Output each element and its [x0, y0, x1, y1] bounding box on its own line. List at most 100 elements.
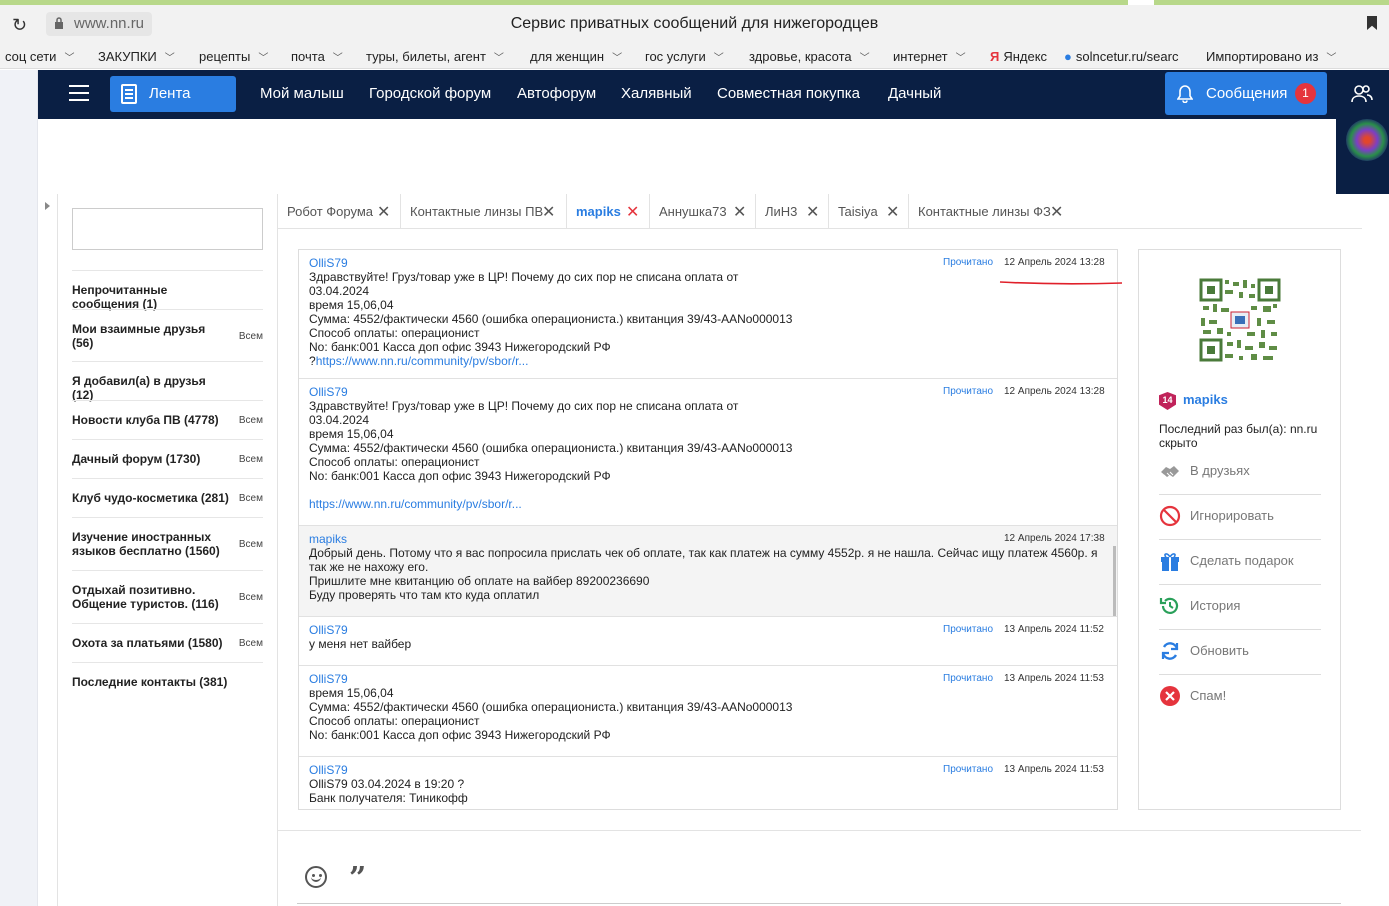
- message-author[interactable]: OlliS79: [309, 672, 348, 686]
- tab-lin3[interactable]: ЛиН3 ✕: [756, 194, 829, 229]
- read-status: Прочитано: [943, 257, 993, 268]
- contacts-sidebar: Непрочитанные сообщения (1) Мои взаимные…: [72, 208, 263, 689]
- expand-arrow-icon[interactable]: [45, 202, 50, 210]
- tab-contact-lenses-pv[interactable]: Контактные линзы ПВ ✕: [401, 194, 567, 229]
- all-link[interactable]: Всем: [239, 539, 263, 550]
- bookmark-item[interactable]: гос услуги ﹀: [645, 49, 724, 64]
- chevron-down-icon: ﹀: [713, 53, 724, 64]
- bookmark-item[interactable]: Импортировано из ﹀: [1206, 49, 1336, 64]
- bookmark-item[interactable]: ● solncetur.ru/searc: [1064, 49, 1178, 64]
- sidebar-item-mutual-friends[interactable]: Мои взаимные друзья (56) Всем: [72, 309, 263, 361]
- tab-annushka73[interactable]: Аннушка73 ✕: [650, 194, 756, 229]
- sidebar-item-cosmetics-club[interactable]: Клуб чудо-косметика (281) Всем: [72, 478, 263, 517]
- nav-link[interactable]: Мой малыш: [260, 85, 344, 102]
- divider: [277, 830, 1361, 831]
- close-icon[interactable]: ✕: [733, 202, 746, 222]
- scrollbar[interactable]: [1113, 546, 1116, 616]
- page-title: Сервис приватных сообщений для нижегород…: [510, 15, 879, 32]
- spam-button[interactable]: Спам!: [1159, 675, 1321, 720]
- quote-icon[interactable]: ”: [349, 861, 366, 896]
- message-link[interactable]: https://www.nn.ru/community/pv/sbor/r...: [309, 497, 522, 511]
- action-label: История: [1190, 598, 1241, 613]
- friends-icon-slot[interactable]: [1336, 70, 1389, 119]
- messages-count-badge: 1: [1295, 83, 1316, 104]
- all-link[interactable]: Всем: [239, 493, 263, 504]
- bookmark-item[interactable]: для женщин ﹀: [530, 49, 622, 64]
- message-item: OlliS79 Прочитано 13 Апрель 2024 11:53 в…: [299, 666, 1117, 757]
- message-author[interactable]: OlliS79: [309, 623, 348, 637]
- message-link[interactable]: https://www.nn.ru/community/pv/sbor/r...: [316, 354, 529, 368]
- sidebar-item-tourists[interactable]: Отдыхай позитивно. Общение туристов. (11…: [72, 570, 263, 623]
- lenta-button[interactable]: Лента: [110, 76, 236, 112]
- messages-button[interactable]: Сообщения 1: [1165, 72, 1327, 115]
- nav-link[interactable]: Совместная покупка: [717, 85, 860, 102]
- message-author[interactable]: OlliS79: [309, 763, 348, 777]
- sidebar-item-dacha-forum[interactable]: Дачный форум (1730) Всем: [72, 439, 263, 478]
- site-navbar: Лента Мой малыш Городской форум Автофору…: [38, 70, 1336, 119]
- nav-link[interactable]: Автофорум: [517, 85, 596, 102]
- bookmark-item[interactable]: интернет ﹀: [893, 49, 966, 64]
- send-gift-button[interactable]: Сделать подарок: [1159, 540, 1321, 585]
- close-icon[interactable]: ✕: [626, 202, 639, 222]
- gift-icon: [1161, 553, 1179, 571]
- tab-label: Робот Форума: [287, 204, 374, 219]
- message-author[interactable]: mapiks: [309, 532, 347, 546]
- close-icon[interactable]: ✕: [377, 202, 390, 222]
- history-button[interactable]: История: [1159, 585, 1321, 630]
- tab-contact-lenses-fz[interactable]: Контактные линзы ФЗ ✕: [909, 194, 1075, 229]
- all-link[interactable]: Всем: [239, 592, 263, 603]
- contacts-search-input[interactable]: [72, 208, 263, 250]
- sidebar-item-club-news[interactable]: Новости клуба ПВ (4778) Всем: [72, 400, 263, 439]
- message-list[interactable]: OlliS79 Прочитано 12 Апрель 2024 13:28 З…: [298, 249, 1118, 810]
- tab-label: Контактные линзы ПВ: [410, 204, 544, 219]
- nav-link[interactable]: Городской форум: [369, 85, 491, 102]
- all-link[interactable]: Всем: [239, 638, 263, 649]
- sidebar-item-languages[interactable]: Изучение иностранных языков бесплатно (1…: [72, 517, 263, 570]
- message-author[interactable]: OlliS79: [309, 256, 348, 270]
- all-link[interactable]: Всем: [239, 454, 263, 465]
- action-label: Сделать подарок: [1190, 553, 1294, 568]
- message-author[interactable]: OlliS79: [309, 385, 348, 399]
- divider: [57, 194, 58, 906]
- tab-label: Taisiya: [838, 204, 878, 219]
- bookmark-item[interactable]: почта ﹀: [291, 49, 343, 64]
- bookmark-item[interactable]: соц сети ﹀: [5, 49, 74, 64]
- bookmark-item[interactable]: ЗАКУПКИ ﹀: [98, 49, 175, 64]
- bookmark-item[interactable]: рецепты ﹀: [199, 49, 268, 64]
- tab-taisiya[interactable]: Taisiya ✕: [829, 194, 909, 229]
- nav-link[interactable]: Халявный: [621, 85, 692, 102]
- sidebar-item-added-friends[interactable]: Я добавил(а) в друзья (12): [72, 361, 263, 402]
- chevron-down-icon: ﹀: [859, 53, 870, 64]
- message-date: 12 Апрель 2024 17:38: [1004, 533, 1105, 544]
- sidebar-item-dresses[interactable]: Охота за платьями (1580) Всем: [72, 623, 263, 662]
- menu-icon[interactable]: [69, 85, 89, 101]
- tab-robot-forum[interactable]: Робот Форума ✕: [278, 194, 401, 229]
- user-avatar-slot[interactable]: [1336, 119, 1389, 194]
- emoji-icon[interactable]: [305, 866, 327, 888]
- chevron-down-icon: ﹀: [493, 53, 504, 64]
- in-friends-button[interactable]: В друзьях: [1159, 450, 1321, 495]
- close-icon[interactable]: ✕: [542, 202, 555, 222]
- chevron-down-icon: ﹀: [64, 53, 75, 64]
- close-icon[interactable]: ✕: [886, 202, 899, 222]
- close-icon[interactable]: ✕: [806, 202, 819, 222]
- all-link[interactable]: Всем: [239, 331, 263, 342]
- bookmark-item[interactable]: Я Яндекс: [990, 49, 1047, 64]
- profile-name[interactable]: mapiks: [1183, 392, 1228, 407]
- history-icon: [1159, 597, 1179, 614]
- sidebar-item-recent-contacts[interactable]: Последние контакты (381): [72, 662, 263, 701]
- red-underline-annotation: [999, 281, 1123, 285]
- tab-mapiks[interactable]: mapiks ✕: [567, 194, 650, 229]
- ignore-button[interactable]: Игнорировать: [1159, 495, 1321, 540]
- close-icon[interactable]: ✕: [1050, 202, 1063, 222]
- message-body: Здравствуйте! Груз/товар уже в ЦР! Почем…: [309, 270, 793, 368]
- bookmark-item[interactable]: здровье, красота ﹀: [749, 49, 870, 64]
- refresh-button[interactable]: Обновить: [1159, 630, 1321, 675]
- tab-label: Аннушка73: [659, 204, 727, 219]
- bell-icon: [1177, 85, 1193, 103]
- sidebar-item-unread[interactable]: Непрочитанные сообщения (1): [72, 270, 263, 311]
- nav-link[interactable]: Дачный: [888, 85, 941, 102]
- all-link[interactable]: Всем: [239, 415, 263, 426]
- bookmark-item[interactable]: туры, билеты, агент ﹀: [366, 49, 504, 64]
- message-body: у меня нет вайбер: [309, 637, 412, 651]
